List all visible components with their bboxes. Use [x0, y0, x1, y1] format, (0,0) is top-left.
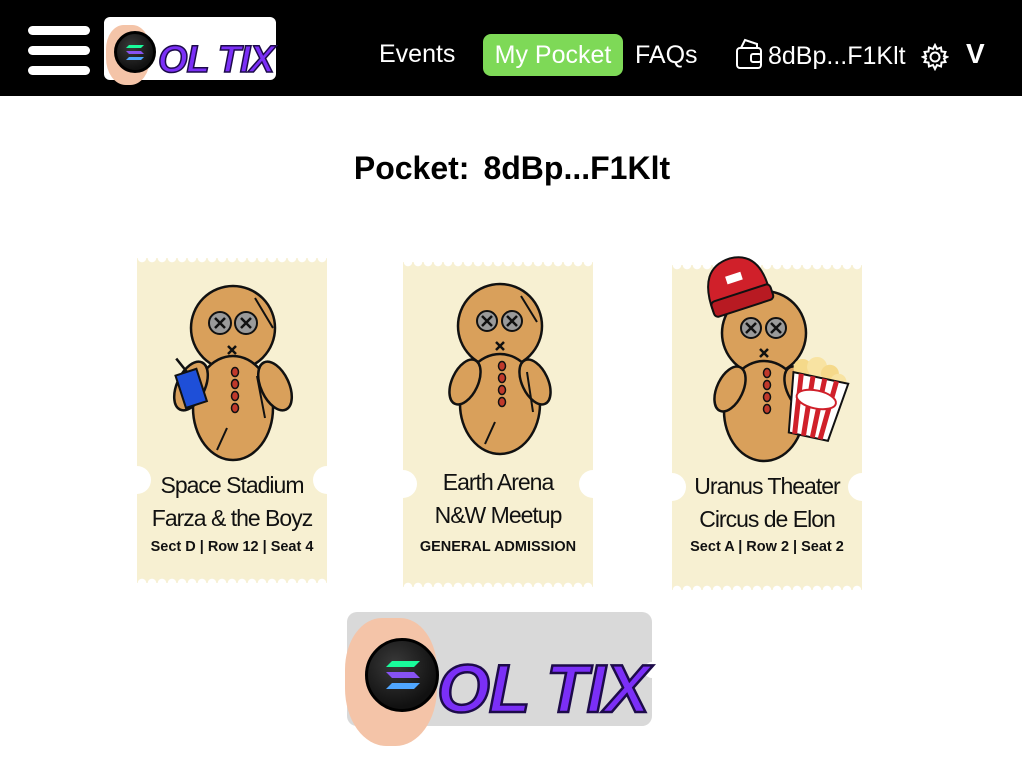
nav-link-my-pocket[interactable]: My Pocket	[483, 34, 623, 76]
ticket-card[interactable]: Uranus Theater Circus de Elon Sect A | R…	[658, 256, 876, 590]
menu-icon[interactable]	[28, 26, 90, 76]
footer-logo[interactable]: SOL TIX	[339, 612, 660, 746]
pocket-label: Pocket:	[353, 150, 470, 186]
ticket-venue: Earth Arena	[442, 469, 554, 495]
top-nav: SOL TIX Events My Pocket FAQs 8dBp...F1K…	[0, 0, 1022, 96]
footer-logo-text: SOL TIX	[436, 650, 651, 729]
voodoo-doll-icon	[172, 284, 294, 462]
ticket-venue: Space Stadium	[160, 472, 305, 498]
ticket-event: N&W Meetup	[434, 502, 563, 528]
brand-logo[interactable]: SOL TIX	[104, 17, 276, 85]
gear-icon[interactable]	[921, 43, 949, 71]
voodoo-doll-icon	[707, 256, 850, 463]
ticket-seat: Sect D | Row 12 | Seat 4	[150, 539, 314, 555]
nav-link-events[interactable]: Events	[379, 40, 455, 69]
brand-logo-text: SOL TIX	[157, 38, 275, 82]
wallet-address[interactable]: 8dBp...F1Klt	[768, 42, 906, 71]
solana-coin-icon	[365, 638, 439, 712]
solana-coin-icon	[114, 31, 156, 73]
wallet-icon[interactable]	[735, 38, 763, 70]
ticket-event: Circus de Elon	[699, 506, 836, 532]
ticket-seat: Sect A | Row 2 | Seat 2	[690, 539, 844, 555]
ticket-event: Farza & the Boyz	[151, 505, 313, 531]
nav-link-faqs[interactable]: FAQs	[635, 41, 698, 70]
ticket-card[interactable]: Earth Arena N&W Meetup GENERAL ADMISSION	[389, 262, 607, 587]
chevron-down-icon[interactable]: V	[966, 38, 985, 70]
voodoo-doll-icon	[448, 282, 552, 456]
page-title: Pocket: 8dBp...F1Klt	[0, 150, 1024, 187]
ticket-seat: GENERAL ADMISSION	[419, 539, 577, 555]
ticket-card[interactable]: Space Stadium Farza & the Boyz Sect D | …	[123, 258, 341, 583]
ticket-venue: Uranus Theater	[694, 473, 840, 499]
pocket-address: 8dBp...F1Klt	[483, 150, 671, 186]
